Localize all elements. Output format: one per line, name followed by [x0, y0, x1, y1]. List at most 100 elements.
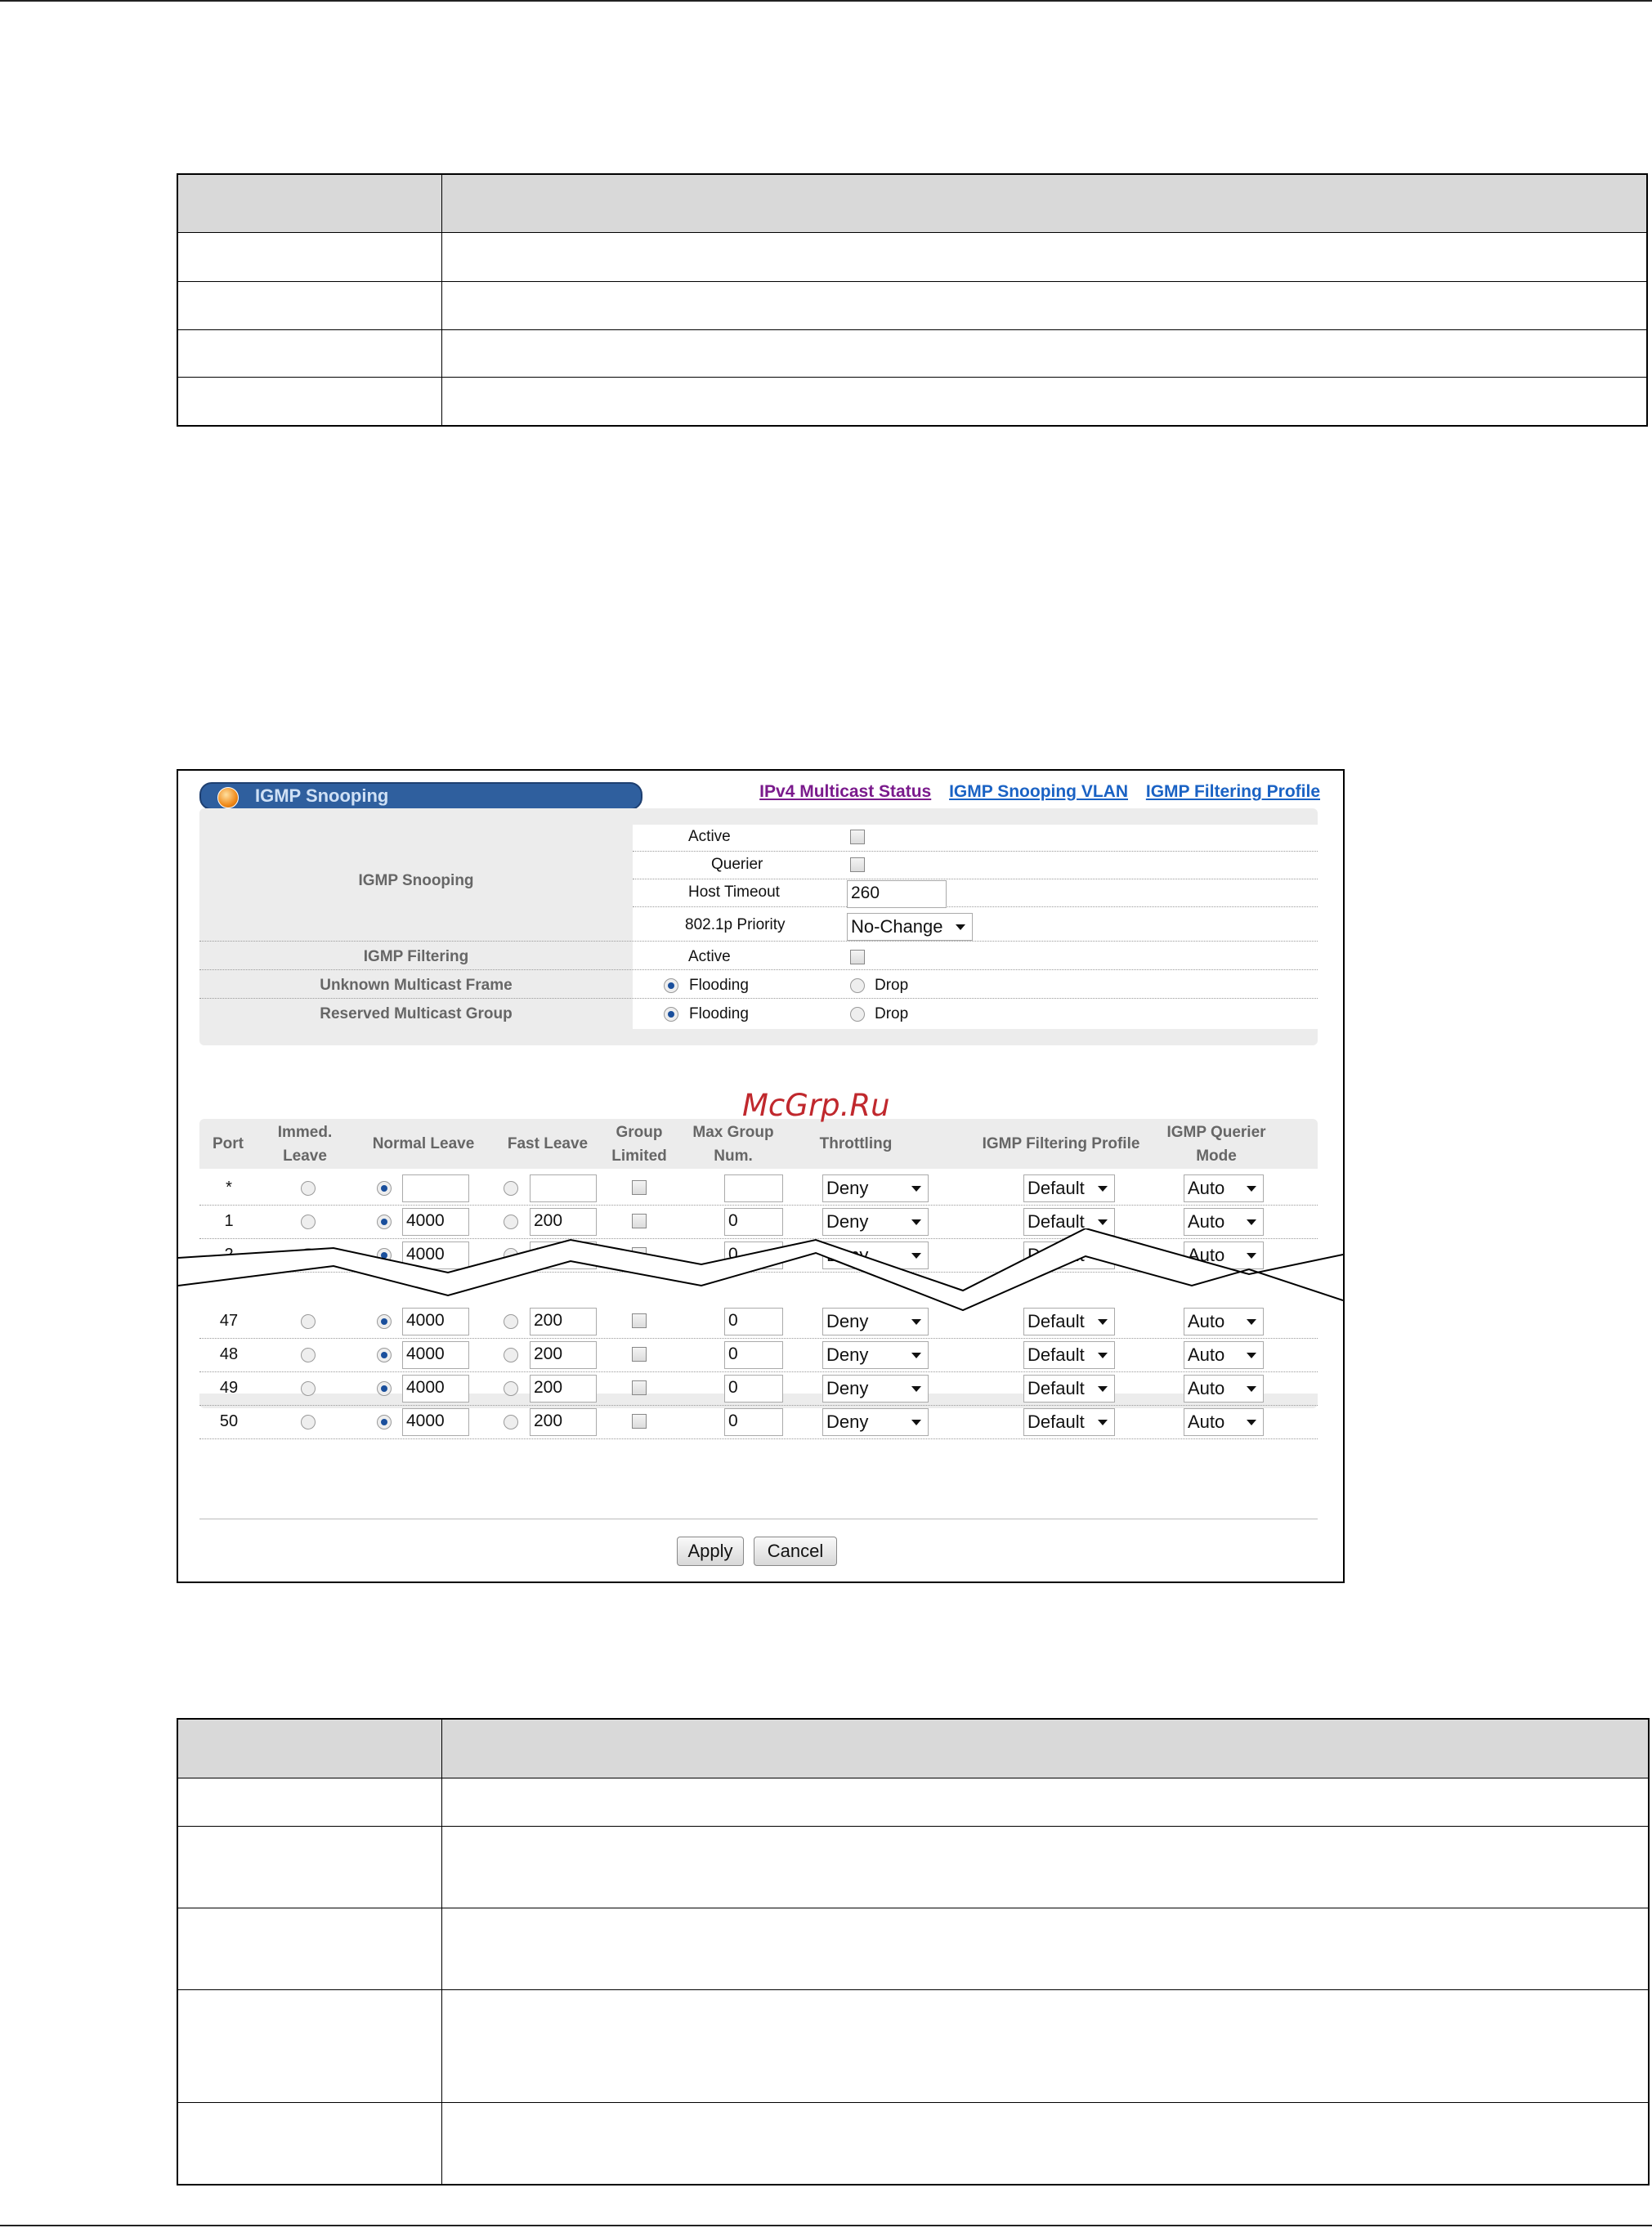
reserved-drop-radio[interactable]	[850, 1007, 865, 1022]
filtering-profile-select[interactable]: Default	[1023, 1341, 1115, 1369]
mode-value: Auto	[1188, 1178, 1225, 1198]
querier-mode-select[interactable]: Auto	[1184, 1341, 1264, 1369]
chevron-down-icon	[911, 1186, 921, 1192]
fast-leave-radio[interactable]	[504, 1348, 518, 1362]
igmp-filtering-profile-link[interactable]: IGMP Filtering Profile	[1146, 782, 1320, 801]
fast-leave-radio[interactable]	[504, 1215, 518, 1229]
normal-leave-radio[interactable]	[377, 1415, 392, 1429]
profile-value: Default	[1027, 1412, 1085, 1432]
throttling-value: Deny	[826, 1178, 869, 1198]
fast-leave-input[interactable]: 200	[530, 1375, 597, 1403]
top-rule	[0, 0, 1652, 2]
group-limited-checkbox[interactable]	[632, 1180, 647, 1195]
fast-leave-radio[interactable]	[504, 1381, 518, 1396]
normal-leave-radio[interactable]	[377, 1381, 392, 1396]
fast-leave-input[interactable]: 200	[530, 1341, 597, 1369]
group-limited-checkbox[interactable]	[632, 1214, 647, 1228]
querier-mode-select[interactable]: Auto	[1184, 1375, 1264, 1403]
col-header-querier-mode: IGMP Querier Mode	[1166, 1124, 1266, 1165]
throttling-select[interactable]: Deny	[822, 1174, 929, 1202]
immed-leave-radio[interactable]	[301, 1215, 316, 1229]
group-limited-checkbox[interactable]	[632, 1414, 647, 1429]
igmp-filtering-checkbox[interactable]	[850, 950, 865, 964]
immed-leave-radio[interactable]	[301, 1348, 316, 1362]
priority-value: No-Change	[851, 916, 943, 937]
reserved-flooding-label: Flooding	[689, 1005, 749, 1022]
normal-leave-radio[interactable]	[377, 1348, 392, 1362]
divider	[633, 906, 1318, 907]
divider	[199, 969, 1318, 970]
priority-select[interactable]: No-Change	[847, 913, 973, 941]
unknown-flooding-radio[interactable]	[664, 978, 678, 993]
throttling-select[interactable]: Deny	[822, 1341, 929, 1369]
row-divider	[199, 1438, 1318, 1439]
divider	[199, 941, 1318, 942]
divider	[199, 998, 1318, 999]
active-label: Active	[688, 828, 731, 845]
filtering-profile-select[interactable]: Default	[1023, 1174, 1115, 1202]
reserved-flooding-radio[interactable]	[664, 1007, 678, 1022]
filtering-profile-select[interactable]: Default	[1023, 1408, 1115, 1436]
chevron-down-icon	[1247, 1319, 1256, 1325]
normal-leave-input[interactable]: 4000	[402, 1341, 469, 1369]
active-checkbox[interactable]	[850, 830, 865, 844]
chevron-down-icon	[1098, 1219, 1108, 1225]
igmp-snooping-label: IGMP Snooping	[358, 872, 474, 889]
col-header-normal-leave: Normal Leave	[372, 1135, 475, 1152]
fast-leave-radio[interactable]	[504, 1181, 518, 1196]
ipv4-multicast-status-link[interactable]: IPv4 Multicast Status	[759, 782, 931, 801]
fast-leave-radio[interactable]	[504, 1415, 518, 1429]
profile-value: Default	[1027, 1344, 1085, 1365]
col-header-port: Port	[213, 1135, 244, 1152]
filtering-profile-select[interactable]: Default	[1023, 1375, 1115, 1403]
fast-leave-input[interactable]: 200	[530, 1408, 597, 1436]
chevron-down-icon	[911, 1353, 921, 1358]
normal-leave-input[interactable]: 4000	[402, 1408, 469, 1436]
normal-leave-radio[interactable]	[377, 1181, 392, 1196]
immed-leave-radio[interactable]	[301, 1181, 316, 1196]
row-divider	[199, 1205, 1318, 1206]
max-group-input[interactable]: 0	[724, 1375, 783, 1403]
querier-mode-select[interactable]: Auto	[1184, 1174, 1264, 1202]
chevron-down-icon	[956, 924, 965, 930]
normal-leave-input[interactable]	[402, 1174, 469, 1202]
title-bar: IGMP Snooping	[199, 782, 642, 810]
apply-button[interactable]: Apply	[677, 1537, 744, 1566]
querier-checkbox[interactable]	[850, 857, 865, 872]
max-group-input[interactable]: 0	[724, 1408, 783, 1436]
group-limited-checkbox[interactable]	[632, 1347, 647, 1362]
igmp-filtering-active-label: Active	[688, 948, 731, 965]
fast-leave-input[interactable]	[530, 1174, 597, 1202]
throttling-select[interactable]: Deny	[822, 1408, 929, 1436]
throttling-value: Deny	[826, 1378, 869, 1398]
profile-value: Default	[1027, 1178, 1085, 1198]
immed-leave-radio[interactable]	[301, 1381, 316, 1396]
normal-leave-input[interactable]: 4000	[402, 1375, 469, 1403]
chevron-down-icon	[1098, 1386, 1108, 1392]
igmp-filtering-label: IGMP Filtering	[363, 948, 469, 965]
mode-value: Auto	[1188, 1412, 1225, 1432]
col-header-throttling: Throttling	[819, 1135, 893, 1152]
unknown-flooding-label: Flooding	[689, 977, 749, 994]
port-label: 48	[219, 1345, 239, 1363]
throttling-select[interactable]: Deny	[822, 1375, 929, 1403]
igmp-snooping-vlan-link[interactable]: IGMP Snooping VLAN	[949, 782, 1128, 801]
host-timeout-label: Host Timeout	[688, 884, 780, 901]
chevron-down-icon	[1098, 1420, 1108, 1425]
label-table-top	[177, 173, 1648, 427]
max-group-input[interactable]: 0	[724, 1341, 783, 1369]
cancel-button[interactable]: Cancel	[754, 1537, 837, 1566]
chevron-down-icon	[911, 1319, 921, 1325]
max-group-input[interactable]	[724, 1174, 783, 1202]
host-timeout-input[interactable]: 260	[847, 880, 947, 908]
chevron-down-icon	[1098, 1319, 1108, 1325]
throttling-value: Deny	[826, 1344, 869, 1365]
immed-leave-radio[interactable]	[301, 1415, 316, 1429]
group-limited-checkbox[interactable]	[632, 1380, 647, 1395]
row-divider	[199, 1405, 1318, 1406]
unknown-drop-radio[interactable]	[850, 978, 865, 993]
querier-mode-select[interactable]: Auto	[1184, 1408, 1264, 1436]
port-label: *	[226, 1179, 232, 1197]
normal-leave-radio[interactable]	[377, 1215, 392, 1229]
watermark: McGrp.Ru	[742, 1088, 890, 1123]
